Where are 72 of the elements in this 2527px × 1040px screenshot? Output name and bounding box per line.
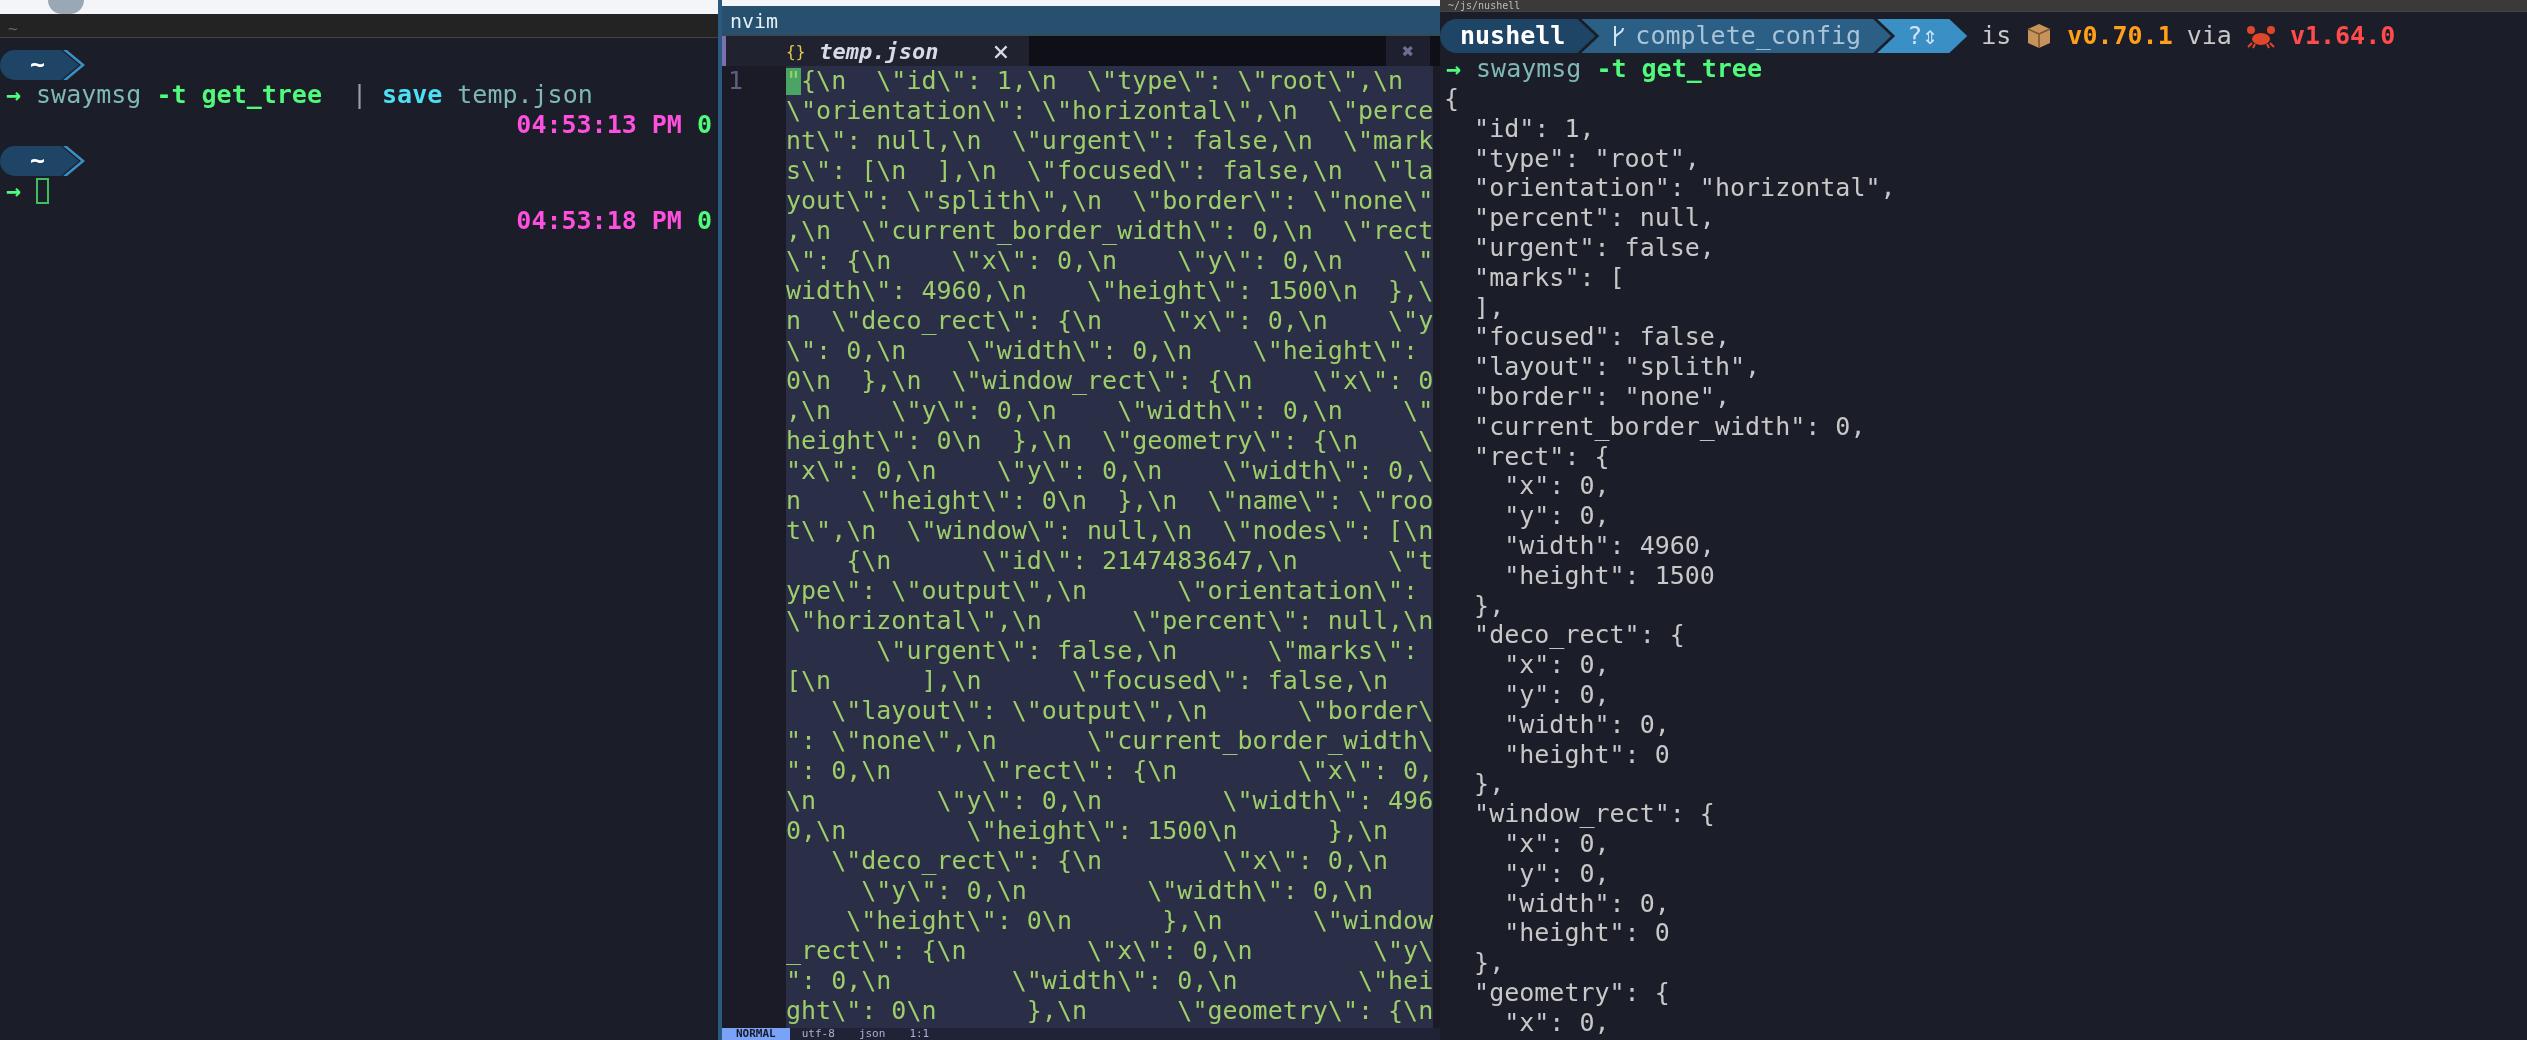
window-title: ~ — [8, 21, 18, 37]
output-line: "geometry": { — [1473, 977, 1671, 1008]
chevron-icon — [63, 50, 86, 80]
exit-code: 0 — [696, 206, 712, 236]
command-token: temp.json — [457, 80, 593, 110]
timestamp: 04:53:18 PM — [516, 206, 682, 236]
output-line: "id": 1, — [1473, 113, 1596, 144]
output-line: "y": 0, — [1503, 858, 1611, 889]
crab-icon — [2245, 23, 2276, 49]
output-line: "y": 0, — [1503, 679, 1611, 710]
status-item: utf-8 — [800, 1028, 836, 1040]
output-line: "layout": "splith", — [1473, 352, 1762, 382]
prompt-info: via — [2186, 21, 2232, 51]
command-token: get_tree — [201, 80, 322, 110]
json-file-icon: {} — [786, 41, 806, 61]
output-line: "x": 0, — [1503, 471, 1611, 502]
output-line: "urgent": false, — [1473, 233, 1716, 263]
prompt-badge: ~ — [0, 50, 80, 80]
command-token: -t — [1596, 54, 1627, 84]
output-line: "focused": false, — [1473, 322, 1731, 353]
command-token: -t — [156, 80, 187, 110]
window-title: nvim — [730, 10, 779, 31]
prompt-arrow: → — [6, 176, 22, 206]
output-line: "height": 1500 — [1503, 560, 1716, 591]
output-line: "y": 0, — [1503, 501, 1611, 531]
output-line: }, — [1473, 769, 1506, 800]
output-line: "orientation": "horizontal", — [1473, 173, 1897, 204]
prompt-info: v0.70.1 — [2067, 21, 2173, 51]
window-title: ~/js/nushell — [1448, 0, 1521, 11]
output-line: }, — [1473, 590, 1506, 621]
command-token: swaymsg — [1476, 54, 1582, 84]
output-line: "x": 0, — [1503, 650, 1611, 680]
status-item: 1:1 — [908, 1028, 931, 1040]
prompt-arrow: → — [1446, 54, 1462, 84]
output-line: "width": 4960, — [1503, 530, 1716, 561]
prompt-info: v1.64.0 — [2289, 21, 2396, 51]
output-line: "percent": null, — [1473, 203, 1716, 233]
close-tab-button[interactable]: × — [992, 34, 1010, 68]
tab-filename: temp.json — [819, 38, 939, 64]
output-line: "x": 0, — [1503, 828, 1611, 859]
prompt-badge: ~ — [0, 146, 80, 176]
output-line: ], — [1473, 292, 1506, 323]
output-line: "window_rect": { — [1473, 799, 1716, 829]
output-line: "width": 0, — [1503, 709, 1671, 740]
prompt-arrow: → — [6, 80, 22, 110]
exit-code: 0 — [696, 110, 712, 140]
command-token: | — [351, 80, 368, 110]
output-line: "rect": { — [1473, 441, 1611, 472]
line-number: 1 — [728, 66, 744, 95]
git-branch-name: complete_config — [1635, 21, 1862, 51]
command-token: get_tree — [1641, 54, 1762, 84]
prompt-segment: nushell — [1440, 19, 1596, 53]
prompt-info: is — [1981, 21, 2012, 51]
output-line: "height": 0 — [1503, 739, 1671, 770]
file-tab[interactable]: {} temp.json × — [726, 36, 1030, 66]
output-line: { — [1443, 84, 1461, 114]
git-branch-icon — [1611, 24, 1626, 48]
status-item: json — [857, 1028, 887, 1040]
command-token: save — [382, 80, 443, 110]
output-line: "x": 0, — [1503, 1007, 1611, 1038]
output-line: "height": 0 — [1503, 918, 1671, 949]
output-line: }, — [1473, 948, 1506, 978]
output-line: "type": "root", — [1473, 143, 1701, 174]
output-line: "width": 0, — [1503, 888, 1671, 919]
output-line: "border": "none", — [1473, 381, 1731, 412]
chevron-icon — [63, 146, 86, 176]
output-line: "deco_rect": { — [1473, 620, 1686, 651]
command-token: swaymsg — [36, 80, 142, 110]
output-line: "current_border_width": 0, — [1473, 411, 1867, 442]
output-line: "marks": [ — [1473, 262, 1626, 293]
mode-indicator: NORMAL — [722, 1028, 790, 1040]
timestamp: 04:53:13 PM — [516, 110, 682, 140]
